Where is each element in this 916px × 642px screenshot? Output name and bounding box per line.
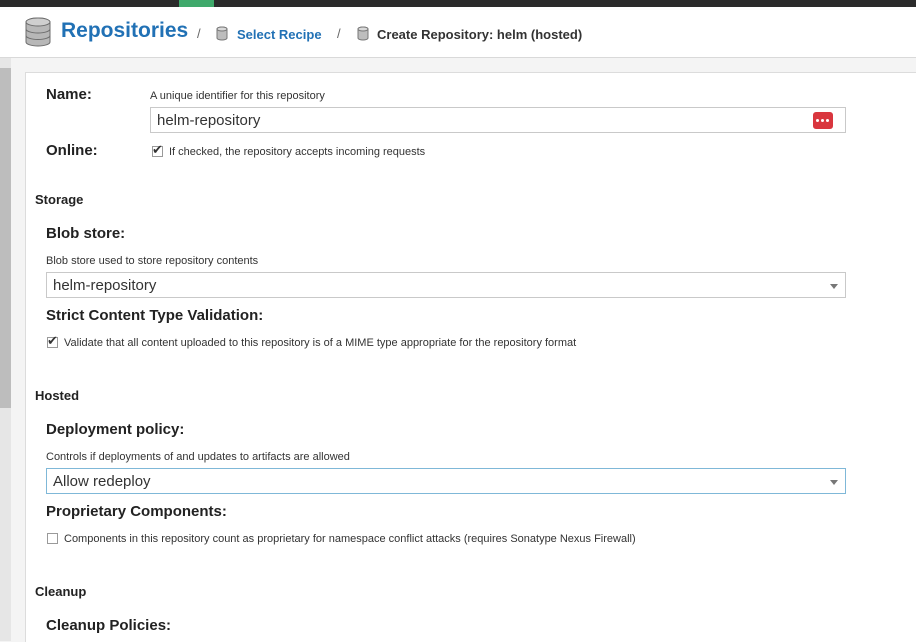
storage-section-title: Storage bbox=[35, 192, 84, 207]
chevron-down-icon[interactable] bbox=[830, 284, 838, 289]
cleanup-section-title: Cleanup bbox=[35, 584, 87, 599]
strict-validation-label: Strict Content Type Validation: bbox=[46, 307, 264, 324]
page-title[interactable]: Repositories bbox=[61, 19, 188, 43]
blob-store-help: Blob store used to store repository cont… bbox=[46, 255, 259, 267]
dots-icon[interactable] bbox=[813, 112, 833, 129]
breadcrumb-current: Create Repository: helm (hosted) bbox=[377, 27, 583, 42]
check-icon: ✔ bbox=[152, 142, 163, 157]
breadcrumb-separator: / bbox=[197, 26, 201, 41]
blob-store-value: helm-repository bbox=[53, 277, 157, 294]
deployment-policy-value: Allow redeploy bbox=[53, 473, 151, 490]
blob-store-label: Blob store: bbox=[46, 225, 126, 242]
breadcrumb-separator: / bbox=[337, 26, 341, 41]
name-value: helm-repository bbox=[157, 112, 261, 129]
hosted-section-title: Hosted bbox=[35, 388, 80, 403]
blob-store-select[interactable]: helm-repository bbox=[46, 272, 846, 298]
proprietary-checkbox[interactable] bbox=[47, 533, 58, 544]
online-checkbox[interactable]: ✔ bbox=[152, 142, 163, 157]
check-icon: ✔ bbox=[47, 333, 58, 348]
top-bar bbox=[0, 0, 916, 7]
cleanup-policies-label: Cleanup Policies: bbox=[46, 617, 172, 634]
online-text: If checked, the repository accepts incom… bbox=[169, 146, 426, 158]
online-label: Online: bbox=[46, 142, 98, 159]
name-label: Name: bbox=[46, 86, 92, 103]
deployment-policy-select[interactable]: Allow redeploy bbox=[46, 468, 846, 494]
scrollbar-thumb[interactable] bbox=[0, 68, 11, 408]
left-scrollbar[interactable] bbox=[0, 58, 11, 641]
database-icon bbox=[25, 17, 51, 47]
database-icon bbox=[216, 26, 228, 41]
name-field[interactable]: helm-repository bbox=[150, 107, 846, 133]
proprietary-text: Components in this repository count as p… bbox=[64, 533, 636, 545]
strict-validation-text: Validate that all content uploaded to th… bbox=[64, 337, 577, 349]
breadcrumb-select-recipe[interactable]: Select Recipe bbox=[237, 27, 322, 42]
name-help: A unique identifier for this repository bbox=[150, 90, 325, 102]
chevron-down-icon[interactable] bbox=[830, 480, 838, 485]
proprietary-label: Proprietary Components: bbox=[46, 503, 227, 520]
active-tab-indicator bbox=[179, 0, 214, 7]
repository-form: Name: A unique identifier for this repos… bbox=[25, 72, 916, 642]
breadcrumb-header: Repositories / Select Recipe / Create Re… bbox=[0, 7, 916, 58]
database-icon bbox=[357, 26, 369, 41]
deployment-policy-help: Controls if deployments of and updates t… bbox=[46, 451, 350, 463]
strict-validation-checkbox[interactable]: ✔ bbox=[47, 333, 58, 348]
deployment-policy-label: Deployment policy: bbox=[46, 421, 185, 438]
